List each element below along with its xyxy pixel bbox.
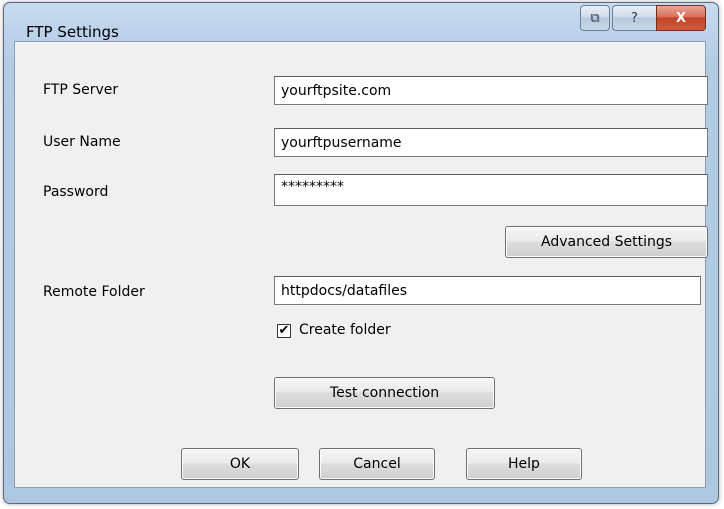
question-icon: ? xyxy=(631,10,638,26)
checkmark-icon: ✔ xyxy=(278,323,290,338)
window-menu-button[interactable]: ⧉ xyxy=(580,5,610,31)
help-caption-button[interactable]: ? xyxy=(612,5,656,31)
password-label: Password xyxy=(43,184,109,200)
close-icon: X xyxy=(675,10,687,26)
window-title: FTP Settings xyxy=(26,23,119,41)
ftp-server-input[interactable] xyxy=(274,76,708,105)
ftp-server-label: FTP Server xyxy=(43,82,119,98)
user-name-input[interactable] xyxy=(274,128,708,157)
remote-folder-input[interactable] xyxy=(274,276,701,305)
caption-buttons: ⧉ ? X xyxy=(580,5,706,31)
ok-button[interactable]: OK xyxy=(181,448,299,480)
help-button[interactable]: Help xyxy=(466,448,582,480)
create-folder-label[interactable]: Create folder xyxy=(299,322,391,338)
window-menu-icon: ⧉ xyxy=(590,10,600,26)
create-folder-checkbox[interactable]: ✔ xyxy=(277,324,291,338)
ftp-settings-dialog: FTP Settings ⧉ ? X FTP Server User Name … xyxy=(3,2,719,504)
user-name-label: User Name xyxy=(43,134,121,150)
test-connection-button[interactable]: Test connection xyxy=(274,377,495,409)
password-input[interactable]: ********* xyxy=(274,174,708,206)
dialog-body: FTP Server User Name Password ********* … xyxy=(14,41,708,488)
remote-folder-label: Remote Folder xyxy=(43,284,145,300)
cancel-button[interactable]: Cancel xyxy=(319,448,435,480)
close-button[interactable]: X xyxy=(656,5,706,31)
advanced-settings-button[interactable]: Advanced Settings xyxy=(505,226,708,258)
